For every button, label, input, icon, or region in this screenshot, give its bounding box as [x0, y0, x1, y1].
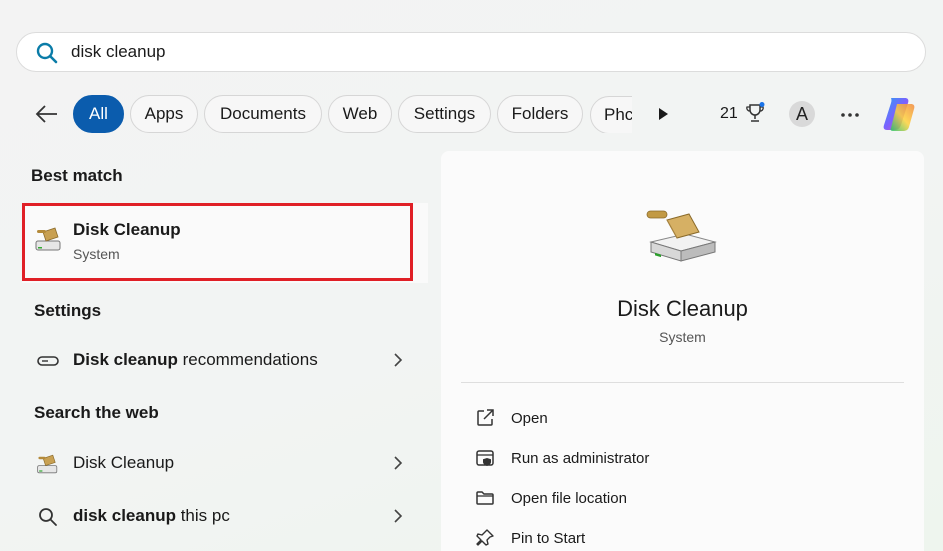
settings-item-label: Disk cleanup recommendations	[73, 350, 318, 369]
web-item-label: Disk Cleanup	[73, 453, 175, 472]
action-label: Open file location	[511, 490, 627, 507]
chevron-right-icon	[394, 353, 403, 367]
rewards-points: 21	[720, 105, 738, 122]
search-web-header: Search the web	[34, 403, 159, 422]
search-icon	[36, 42, 58, 64]
search-input[interactable]: disk cleanup	[71, 42, 166, 62]
action-label: Run as administrator	[511, 450, 650, 467]
pin-icon	[476, 529, 494, 546]
settings-item-disk-cleanup-recommendations[interactable]: Disk cleanup recommendations	[22, 337, 428, 383]
action-open[interactable]: Open	[471, 402, 891, 438]
web-item-disk-cleanup-this-pc[interactable]: disk cleanup this pc	[22, 493, 428, 539]
web-item-disk-cleanup[interactable]: Disk Cleanup	[22, 440, 428, 486]
folder-icon	[476, 491, 494, 505]
action-label: Pin to Start	[511, 530, 586, 547]
best-match-title: Disk Cleanup	[73, 220, 181, 239]
shield-icon	[476, 450, 494, 466]
disk-cleanup-icon	[37, 454, 58, 474]
back-arrow-icon[interactable]	[33, 102, 61, 126]
best-match-item[interactable]	[22, 203, 428, 283]
preview-subtitle: System	[659, 329, 706, 345]
disk-cleanup-large-icon	[646, 210, 717, 262]
action-run-as-administrator[interactable]: Run as administrator	[471, 442, 891, 478]
chip-folders[interactable]: Folders	[497, 95, 583, 133]
copilot-icon[interactable]	[879, 94, 919, 134]
trophy-icon[interactable]	[744, 102, 766, 124]
chip-documents[interactable]: Documents	[204, 95, 322, 133]
preview-pane: Disk Cleanup System Open Run as administ…	[441, 151, 924, 551]
results-list: Best match Disk Cleanup System Settings …	[0, 150, 440, 551]
avatar[interactable]: A	[789, 101, 815, 127]
open-external-icon	[477, 409, 494, 426]
chip-web[interactable]: Web	[328, 95, 392, 133]
preview-title: Disk Cleanup	[617, 296, 748, 321]
action-label: Open	[511, 410, 548, 427]
storage-drive-icon	[37, 356, 59, 366]
best-match-header: Best match	[31, 166, 123, 185]
settings-header: Settings	[34, 301, 102, 320]
search-icon	[39, 508, 57, 526]
chip-apps[interactable]: Apps	[130, 95, 198, 133]
scroll-right-icon[interactable]	[655, 106, 671, 122]
chevron-right-icon	[394, 456, 403, 470]
web-item-label: disk cleanup this pc	[73, 506, 230, 525]
chip-photos[interactable]: Phc	[590, 96, 632, 133]
best-match-subtitle: System	[73, 246, 120, 262]
filter-bar: All Apps Documents Web Settings Folders …	[0, 94, 943, 134]
disk-cleanup-icon	[35, 227, 61, 251]
chip-all[interactable]: All	[73, 95, 124, 133]
divider	[461, 382, 904, 383]
chevron-right-icon	[394, 509, 403, 523]
action-pin-to-start[interactable]: Pin to Start	[471, 522, 891, 551]
action-open-file-location[interactable]: Open file location	[471, 482, 891, 518]
chip-photos-clipped[interactable]: Phc	[590, 95, 632, 133]
chip-settings[interactable]: Settings	[398, 95, 491, 133]
more-options-icon[interactable]	[840, 112, 860, 118]
